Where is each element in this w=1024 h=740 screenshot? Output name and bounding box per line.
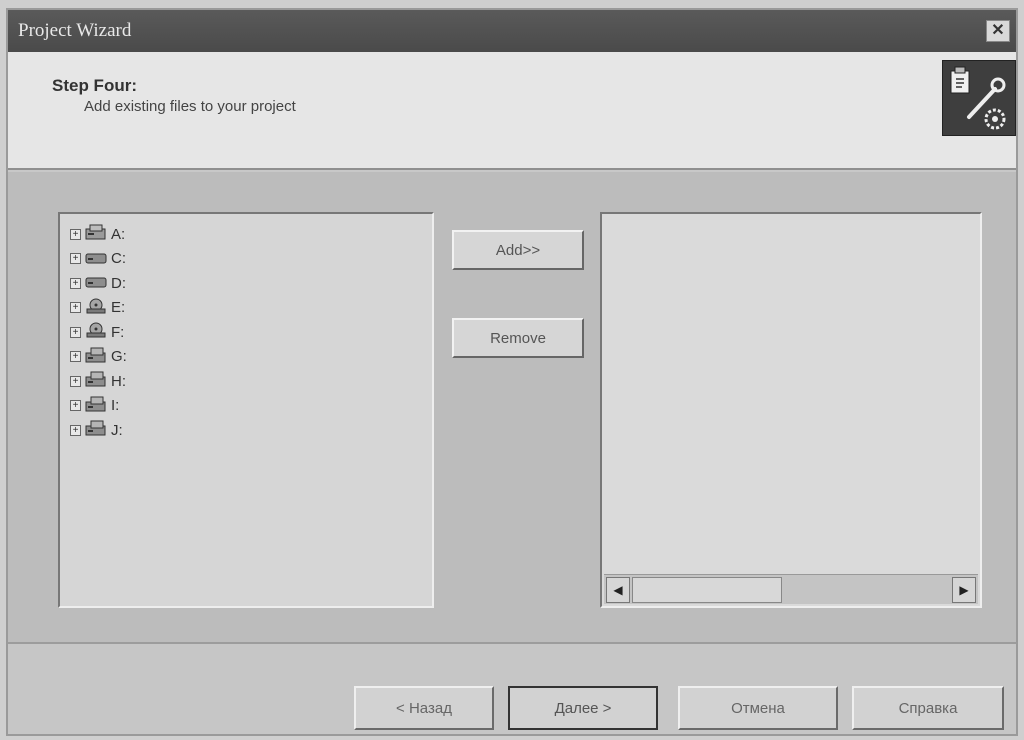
remove-button[interactable]: Remove <box>452 318 584 358</box>
tree-item-label: F: <box>111 323 125 341</box>
tree-item-label: D: <box>111 274 126 292</box>
tree-item-label: E: <box>111 299 126 317</box>
step-description: Add existing files to your project <box>84 98 296 115</box>
window-title: Project Wizard <box>18 20 132 41</box>
scroll-right-icon: ▶ <box>959 583 969 597</box>
expand-icon[interactable]: + <box>70 400 81 412</box>
scroll-left-icon: ◀ <box>613 583 623 597</box>
network-drive-icon <box>85 420 111 440</box>
close-button[interactable]: ✕ <box>986 20 1010 42</box>
tree-item-drive[interactable]: + F: <box>70 320 127 345</box>
cancel-button[interactable]: Отмена <box>678 686 838 730</box>
tree-item-drive[interactable]: + A: <box>70 222 127 247</box>
title-bar[interactable]: Project Wizard ✕ <box>8 10 1016 52</box>
cd-drive-icon <box>85 298 111 318</box>
tree-item-label: J: <box>111 421 123 439</box>
tree-item-label: C: <box>111 250 126 268</box>
expand-icon[interactable]: + <box>70 302 81 314</box>
drive-tree[interactable]: + A: + C: + D: + E: + F: + G: + H: + I: + J: <box>58 212 434 608</box>
scroll-right-button[interactable]: ▶ <box>952 577 976 603</box>
network-drive-icon <box>85 347 111 367</box>
project-wizard-window: Project Wizard ✕ Step Four: Add existing… <box>6 8 1018 736</box>
tree-item-label: I: <box>111 397 120 415</box>
tree-item-drive[interactable]: + D: <box>70 271 127 296</box>
tree-item-drive[interactable]: + G: <box>70 345 127 370</box>
expand-icon[interactable]: + <box>70 326 81 338</box>
hard-drive-icon <box>85 249 111 269</box>
expand-icon[interactable]: + <box>70 424 81 436</box>
next-button[interactable]: Далее > <box>508 686 658 730</box>
horizontal-scrollbar[interactable]: ◀ ▶ <box>604 574 978 604</box>
expand-icon[interactable]: + <box>70 228 81 240</box>
network-drive-icon <box>85 396 111 416</box>
close-icon: ✕ <box>991 22 1005 39</box>
drive-tree-list: + A: + C: + D: + E: + F: + G: + H: + I: + J: <box>70 222 127 443</box>
expand-icon[interactable]: + <box>70 375 81 387</box>
tree-item-label: A: <box>111 225 126 243</box>
wizard-tools-icon <box>942 60 1016 136</box>
scroll-thumb[interactable] <box>632 577 782 603</box>
expand-icon[interactable]: + <box>70 253 81 265</box>
tree-item-drive[interactable]: + J: <box>70 418 127 443</box>
scroll-left-button[interactable]: ◀ <box>606 577 630 603</box>
tree-item-drive[interactable]: + C: <box>70 247 127 272</box>
network-drive-icon <box>85 371 111 391</box>
cd-drive-icon <box>85 322 111 342</box>
tree-item-drive[interactable]: + H: <box>70 369 127 394</box>
project-files-list[interactable]: ◀ ▶ <box>600 212 982 608</box>
hard-drive-icon <box>85 273 111 293</box>
expand-icon[interactable]: + <box>70 277 81 289</box>
tree-item-drive[interactable]: + E: <box>70 296 127 321</box>
tree-item-label: H: <box>111 372 126 390</box>
tree-item-drive[interactable]: + I: <box>70 394 127 419</box>
add-button[interactable]: Add>> <box>452 230 584 270</box>
tree-item-label: G: <box>111 348 127 366</box>
wizard-footer: < Назад Далее > Отмена Справка <box>8 642 1016 734</box>
wizard-content: + A: + C: + D: + E: + F: + G: + H: + I: + J: Add>> Remove… <box>8 172 1016 642</box>
expand-icon[interactable]: + <box>70 351 81 363</box>
floppy-drive-icon <box>85 224 111 244</box>
step-title: Step Four: <box>52 76 137 95</box>
back-button[interactable]: < Назад <box>354 686 494 730</box>
wizard-header: Step Four: Add existing files to your pr… <box>8 52 1016 170</box>
help-button[interactable]: Справка <box>852 686 1004 730</box>
